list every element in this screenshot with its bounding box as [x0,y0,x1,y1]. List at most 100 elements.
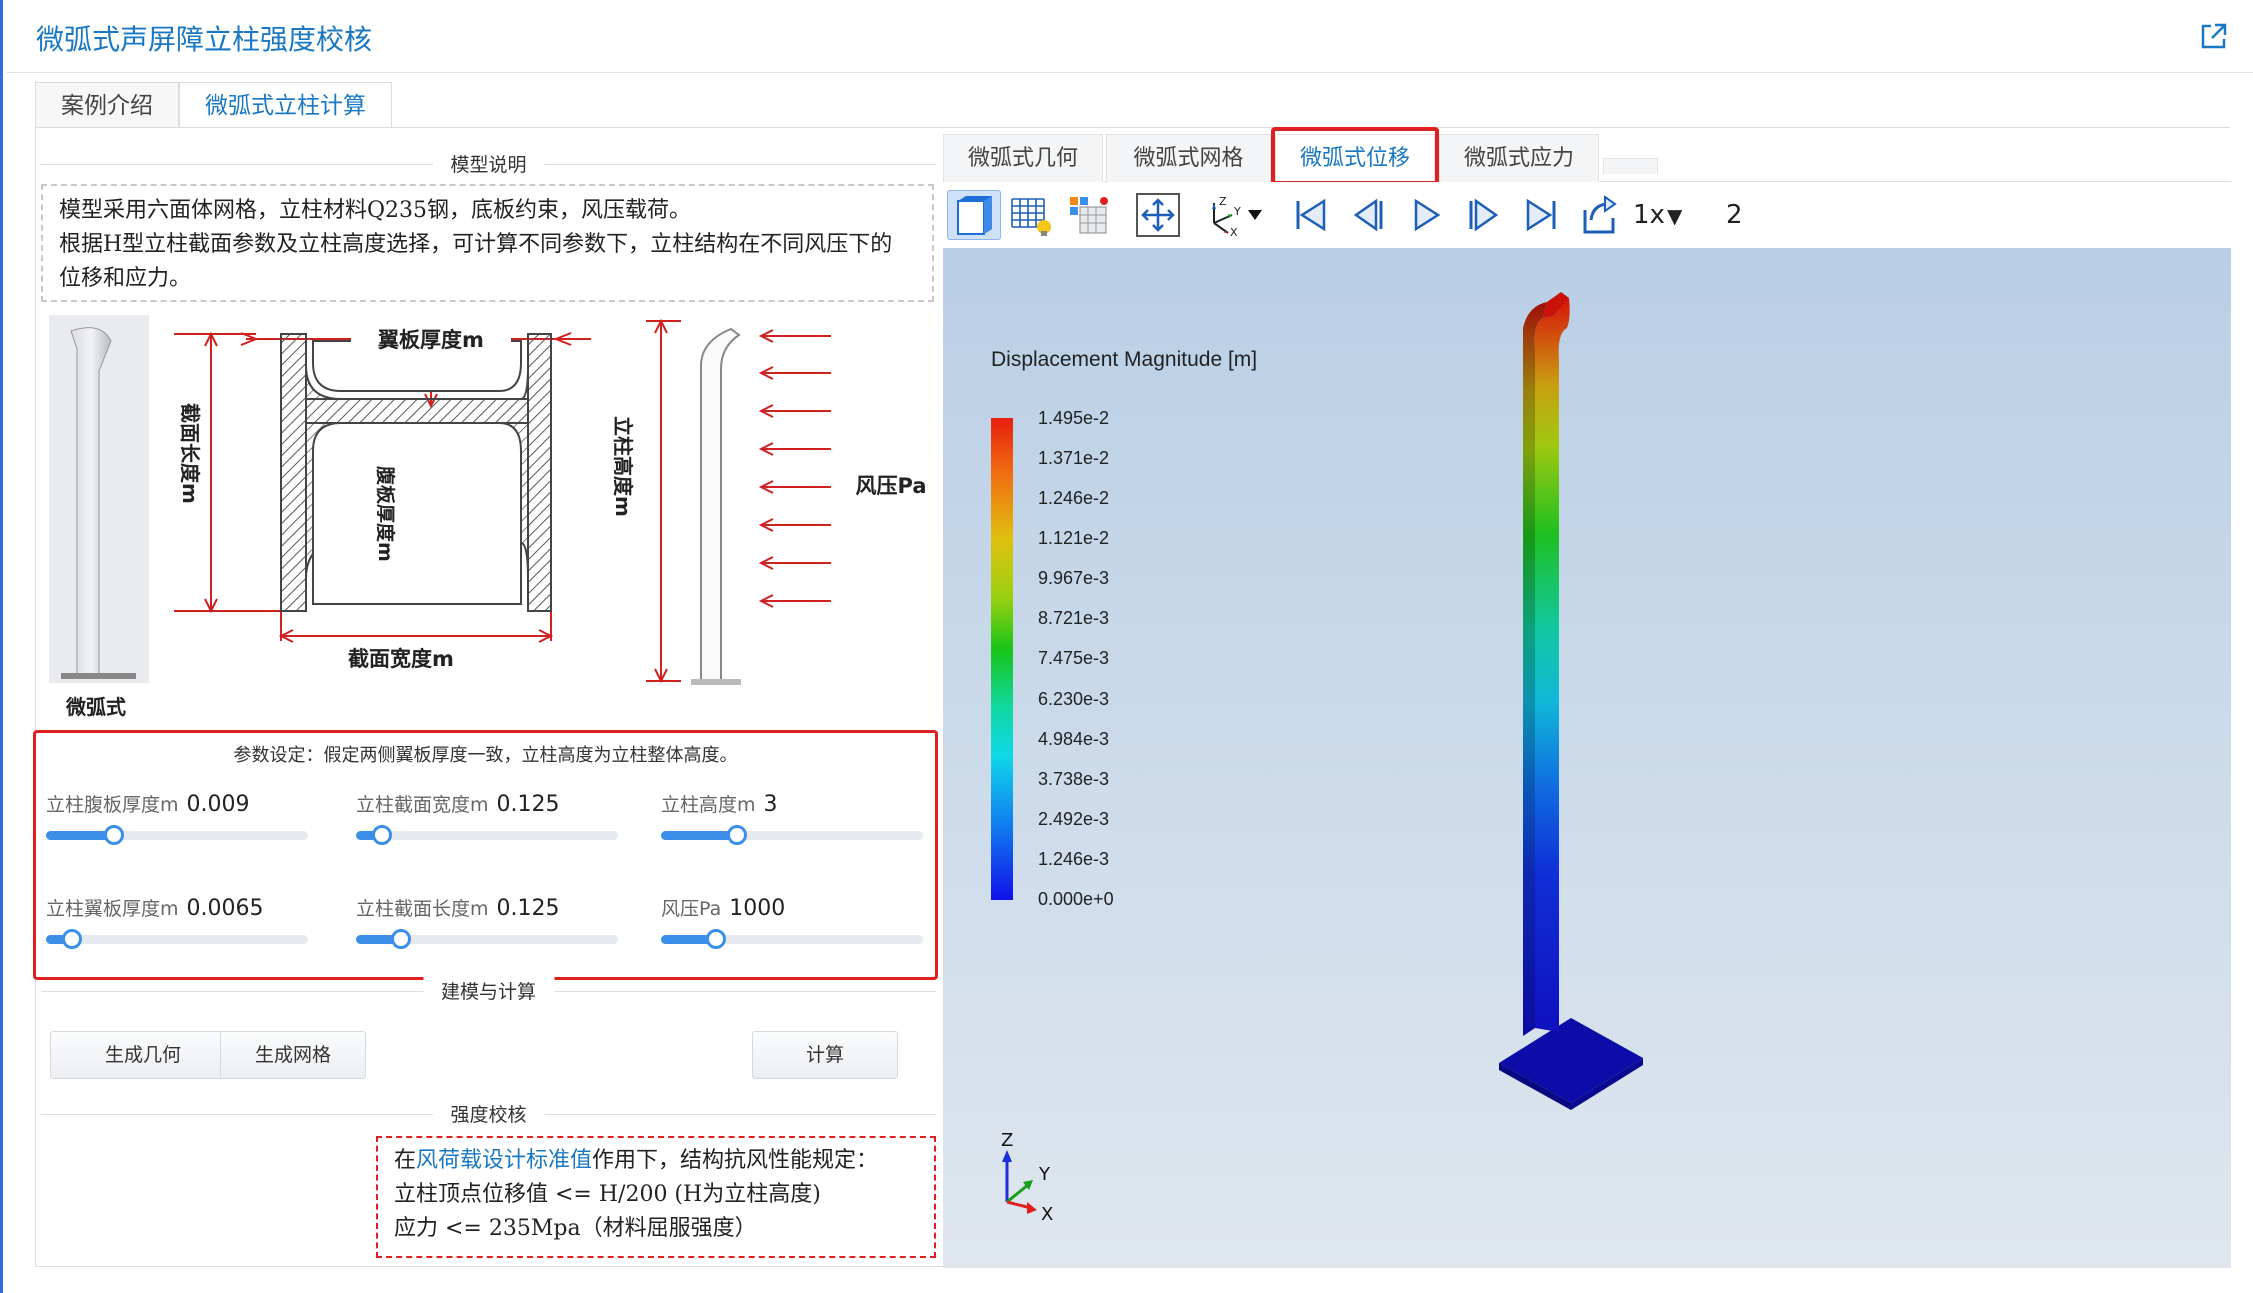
build-section-header: 建模与计算 [41,977,936,1004]
tab-geometry[interactable]: 微弧式几何 [943,134,1103,182]
colorbar-label: 1.495e-2 [1038,408,1110,428]
svg-text:X: X [1230,226,1238,237]
tab-mesh[interactable]: 微弧式网格 [1106,134,1271,182]
description-line: 模型采用六面体网格，立柱材料Q235钢，底板约束，风压载荷。 [59,198,692,223]
mesh-settings-icon[interactable] [1061,190,1115,240]
param-label: 立柱截面长度m 0.125 [356,896,560,921]
tab-calculation[interactable]: 微弧式立柱计算 [179,82,392,128]
play-icon[interactable] [1399,190,1453,240]
frame-step: 2 [1726,200,1743,230]
slider-handle[interactable] [372,825,393,845]
active-tab-highlight [1271,127,1439,185]
colorbar-label: 3.738e-3 [1038,769,1110,789]
tab-stress[interactable]: 微弧式应力 [1439,134,1599,182]
param-value: 1000 [729,896,786,921]
axes-triad: Z Y X [1001,1130,1053,1225]
colorbar-label: 1.246e-3 [1038,849,1110,869]
surface-view-icon[interactable] [947,190,1001,240]
param-slider[interactable] [661,929,923,949]
first-frame-icon[interactable] [1283,190,1337,240]
colorbar-label: 6.230e-3 [1038,689,1110,709]
svg-text:Z: Z [1219,195,1227,208]
param-section-length: 立柱截面长度m 0.125 [356,894,626,954]
section-diagram: 微弧式 翼板厚度m 截面长度m 腹板厚度m 截面宽度m 立柱高度m 风压Pa [49,315,927,719]
note-line: 应力 <= 235Mpa（材料屈服强度） [394,1216,757,1241]
description-line: 位移和应力。 [59,266,192,291]
axes-dropdown-icon[interactable] [1243,190,1267,240]
model-section-header: 模型说明 [41,150,936,177]
loop-icon[interactable] [1573,190,1627,240]
model-section-title: 模型说明 [432,150,545,177]
param-web-thickness: 立柱腹板厚度m 0.009 [46,790,316,850]
param-value: 3 [763,792,778,817]
colorbar-label: 9.967e-3 [1038,568,1110,588]
colorbar-label: 8.721e-3 [1038,608,1110,628]
web-thickness-label: 腹板厚度m [374,465,397,562]
param-slider[interactable] [46,825,308,845]
mesh-view-icon[interactable] [1003,190,1057,240]
slider-handle[interactable] [726,825,747,845]
next-frame-icon[interactable] [1457,190,1511,240]
colorbar-label: 1.246e-2 [1038,488,1110,508]
tab-extra[interactable] [1603,158,1658,174]
tab-case-intro[interactable]: 案例介绍 [35,82,179,128]
viewer-tabs: 微弧式几何 微弧式网格 微弧式位移 微弧式应力 [943,127,2231,185]
compute-button[interactable]: 计算 [752,1031,898,1079]
param-value: 0.009 [186,792,250,817]
axis-z-label: Z [1001,1130,1013,1151]
section-length-label: 截面长度m [178,403,202,504]
param-slider[interactable] [356,825,618,845]
param-label: 立柱腹板厚度m 0.009 [46,792,250,817]
playback-speed[interactable]: 1x ▼ [1633,200,1682,230]
check-section-header: 强度校核 [41,1100,936,1127]
param-value: 0.0065 [186,896,264,921]
colorbar-label: 1.371e-2 [1038,448,1110,468]
colorbar-label: 7.475e-3 [1038,648,1110,668]
colorbar-label: 0.000e+0 [1038,889,1114,909]
generate-mesh-button[interactable]: 生成网格 [220,1031,366,1079]
param-slider[interactable] [356,929,618,949]
app-window: 微弧式声屏障立柱强度校核 案例介绍 微弧式立柱计算 模型说明 模型采用六面体网格… [0,0,2253,1293]
svg-text:Y: Y [1233,205,1241,218]
slider-handle[interactable] [104,825,125,845]
title-bar: 微弧式声屏障立柱强度校核 [6,0,2253,73]
slider-handle[interactable] [706,929,727,949]
previous-frame-icon[interactable] [1341,190,1395,240]
colorbar-label: 1.121e-2 [1038,528,1110,548]
slider-handle[interactable] [390,929,411,949]
wind-pressure-label: 风压Pa [856,474,927,498]
param-label: 风压Pa 1000 [661,896,786,921]
model-description: 模型采用六面体网格，立柱材料Q235钢，底板约束，风压载荷。 根据H型立柱截面参… [41,184,934,302]
content-panel: 模型说明 模型采用六面体网格，立柱材料Q235钢，底板约束，风压载荷。 根据H型… [33,127,2231,1268]
open-external-icon[interactable] [2198,22,2228,52]
check-section-title: 强度校核 [432,1100,545,1127]
colorbar-label: 2.492e-3 [1038,809,1110,829]
param-post-height: 立柱高度m 3 [661,790,931,850]
render-viewport[interactable]: Displacement Magnitude [m] 1.495e-2 1.37… [943,248,2231,1268]
axes-orientation-icon[interactable]: ZYX [1195,190,1249,240]
param-flange-thickness: 立柱翼板厚度m 0.0065 [46,894,316,954]
speed-dropdown-icon[interactable]: ▼ [1667,204,1682,228]
generate-geometry-button[interactable]: 生成几何 [50,1031,236,1079]
displacement-model [1499,292,1643,1110]
param-slider[interactable] [661,825,923,845]
last-frame-icon[interactable] [1515,190,1569,240]
description-line: 根据H型立柱截面参数及立柱高度选择，可计算不同参数下，立柱结构在不同风压下的 [59,232,893,257]
param-label: 立柱截面宽度m 0.125 [356,792,560,817]
param-value: 0.125 [496,792,560,817]
parameter-panel: 参数设定：假定两侧翼板厚度一致，立柱高度为立柱整体高度。 立柱腹板厚度m 0.00… [33,730,938,980]
param-slider[interactable] [46,929,308,949]
left-panel: 模型说明 模型采用六面体网格，立柱材料Q235钢，底板约束，风压载荷。 根据H型… [33,128,941,1268]
fit-view-icon[interactable] [1131,190,1185,240]
page-title: 微弧式声屏障立柱强度校核 [36,23,373,56]
colorbar-label: 4.984e-3 [1038,729,1110,749]
note-line: 在风荷载设计标准值作用下，结构抗风性能规定： [394,1148,879,1173]
post-caption: 微弧式 [65,695,126,719]
slider-handle[interactable] [62,929,83,949]
wind-load-standard-link[interactable]: 风荷载设计标准值 [416,1148,592,1173]
viewer-panel: 微弧式几何 微弧式网格 微弧式位移 微弧式应力 Z Y X 1x ▼ 2 Dis… [943,127,2231,1268]
param-label: 立柱翼板厚度m 0.0065 [46,896,264,921]
colorbar-title: Displacement Magnitude [m] [991,348,1258,371]
main-tabs: 案例介绍 微弧式立柱计算 [35,82,392,128]
param-label: 立柱高度m 3 [661,792,778,817]
